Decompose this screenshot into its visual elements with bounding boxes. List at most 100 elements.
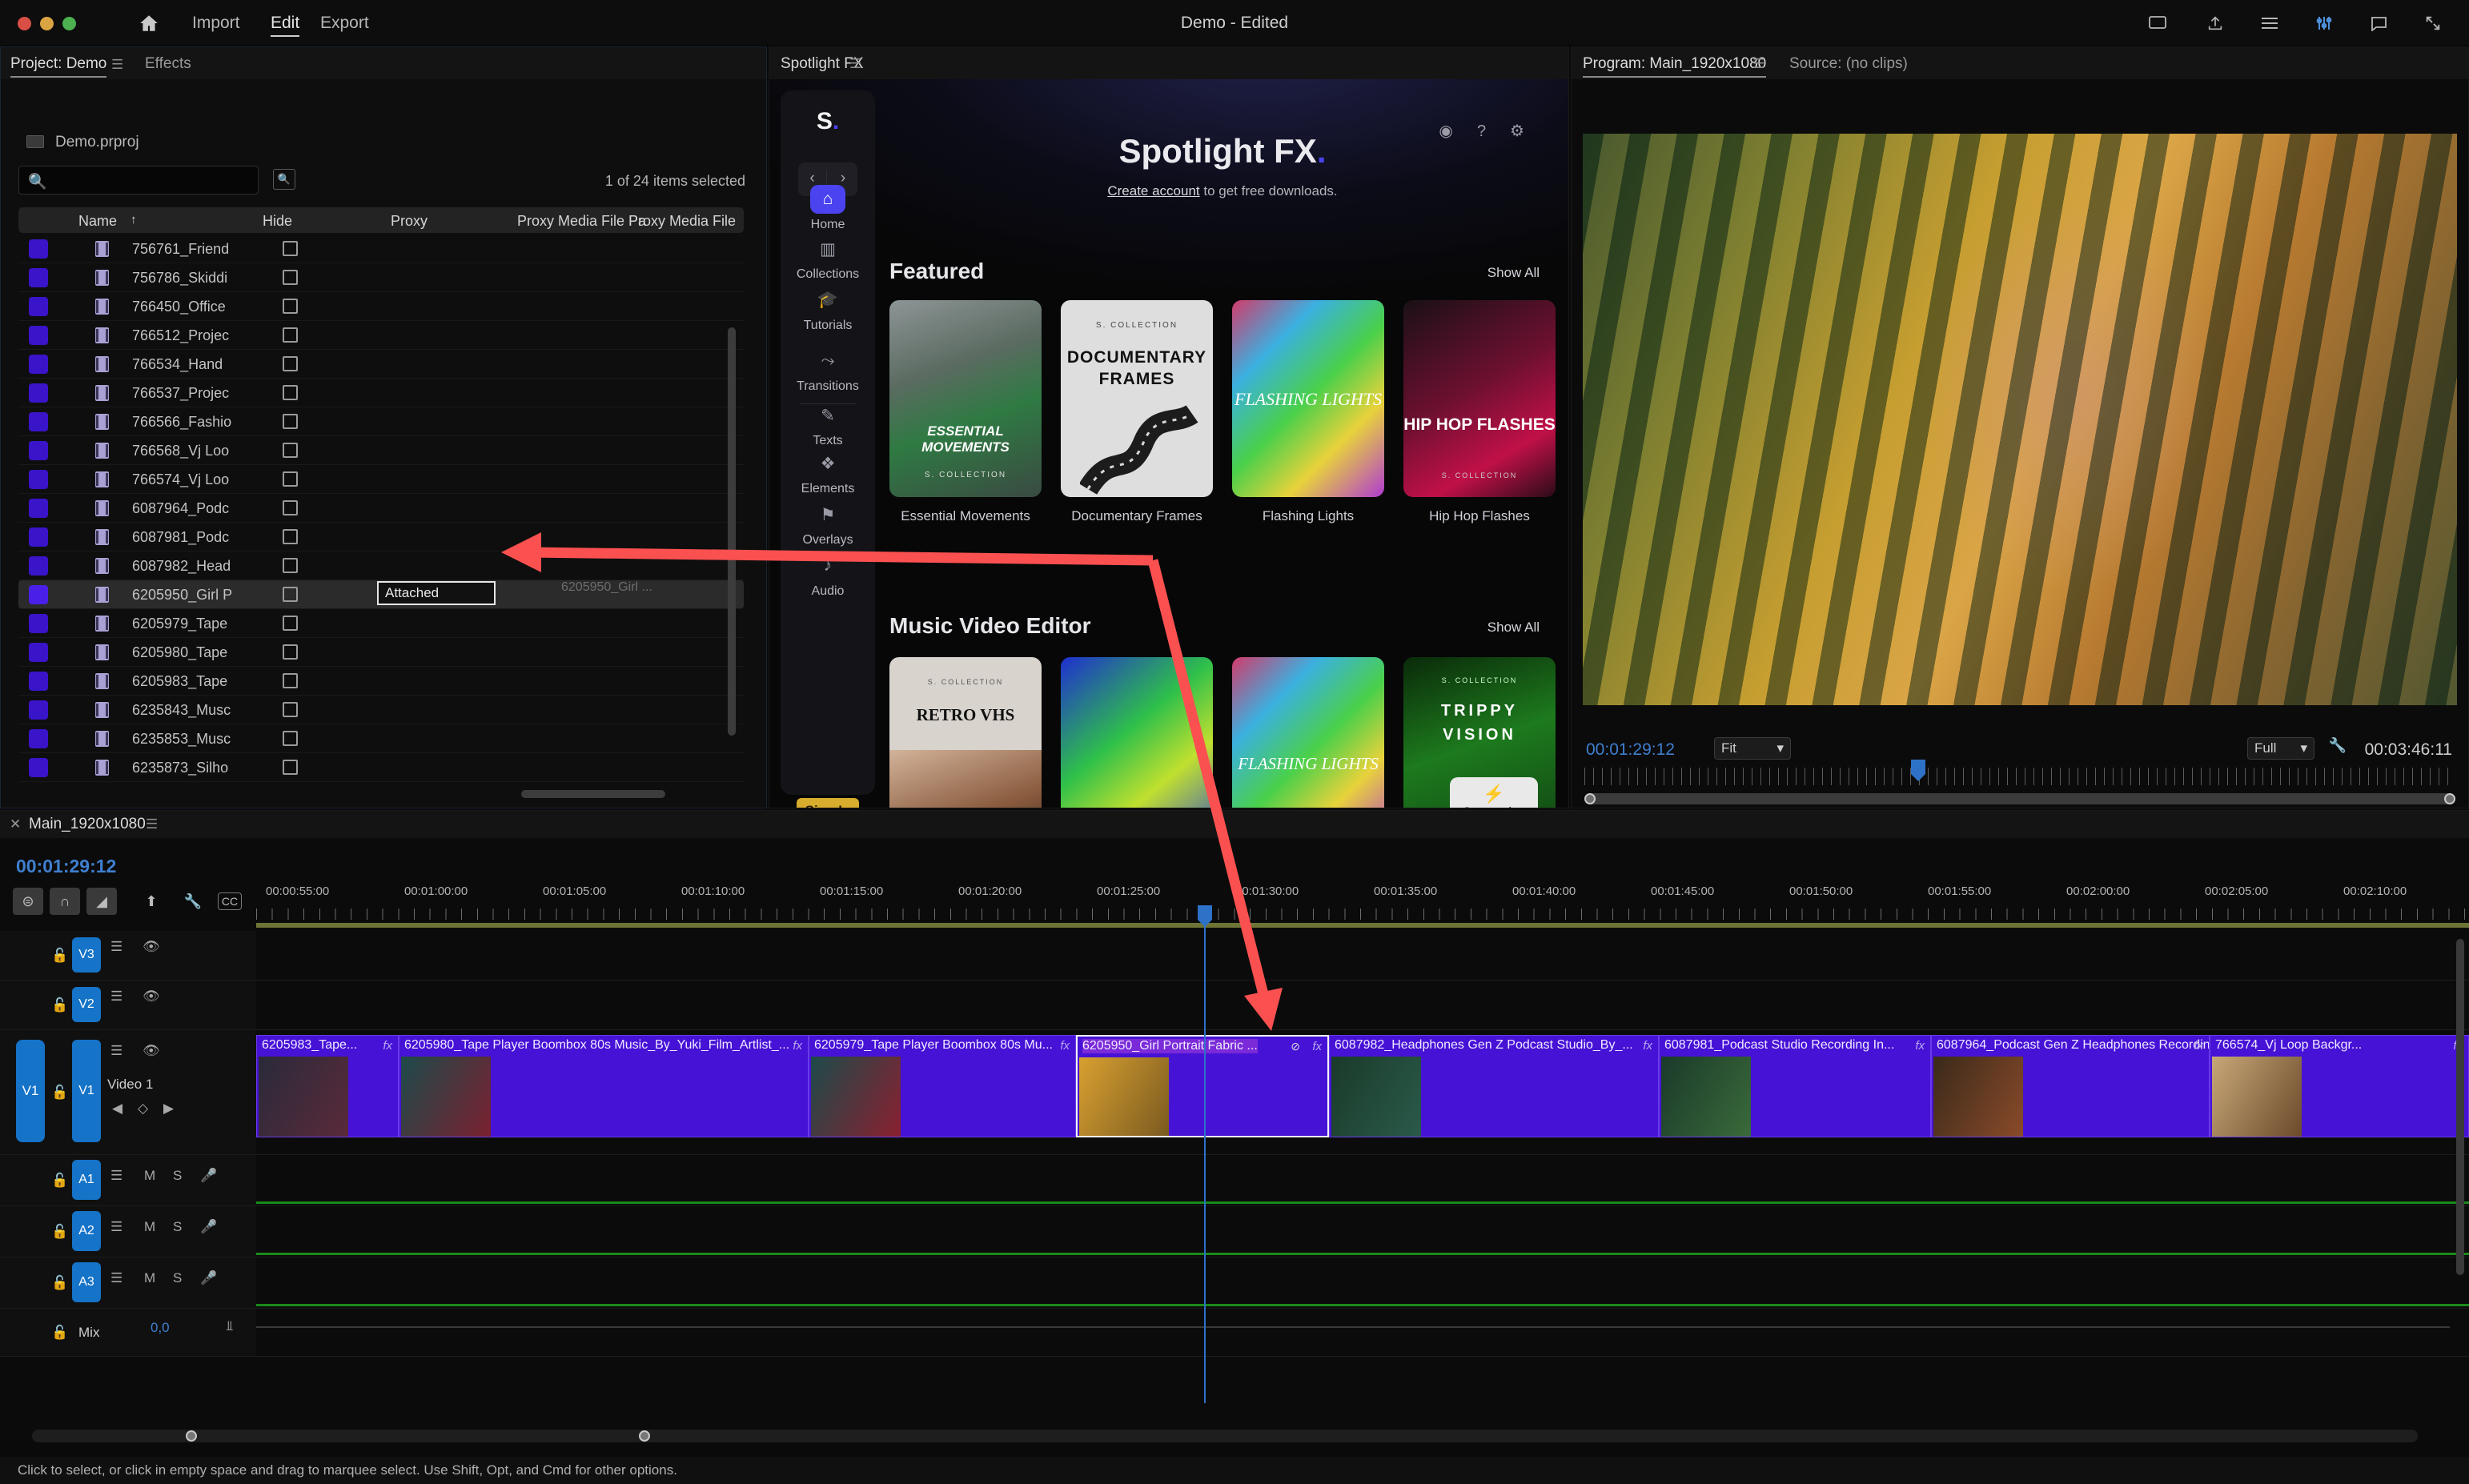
close-icon[interactable]: ✕ [10, 816, 21, 832]
wrench-icon[interactable]: 🔧 [2329, 737, 2347, 754]
music-video-card[interactable]: S. COLLECTION TRIPPY VISION ⚡ Customize [1403, 657, 1556, 808]
add-marker-icon[interactable]: ⬆ [136, 888, 167, 915]
table-row[interactable]: 766574_Vj Loo [18, 465, 744, 494]
target-icon[interactable]: ☰ [110, 1043, 122, 1059]
hide-checkbox[interactable] [283, 327, 298, 343]
mic-icon[interactable]: 🎤 [200, 1219, 217, 1235]
lock-icon[interactable]: 🔓 [51, 948, 68, 964]
solo-button[interactable]: S [173, 1219, 182, 1235]
program-playhead[interactable] [1911, 760, 1925, 781]
table-row[interactable]: 6087964_Podc [18, 494, 744, 523]
track-header[interactable]: 🔓 A3 ☰ M S 🎤 [0, 1257, 256, 1308]
timeline-clip[interactable]: 6087964_Podcast Gen Z Headphones Recordi… [1931, 1035, 2210, 1137]
hide-checkbox[interactable] [283, 616, 298, 631]
lock-icon[interactable]: 🔓 [51, 1173, 68, 1189]
sign-in-button[interactable]: Sign In [797, 798, 859, 808]
hide-checkbox[interactable] [283, 760, 298, 775]
sidebar-item-elements[interactable]: ❖ Elements [781, 449, 875, 496]
table-row[interactable]: 6235843_Musc [18, 696, 744, 724]
snap-icon[interactable]: ⊜ [13, 888, 43, 915]
featured-card[interactable]: S. COLLECTION DOCUMENTARY FRAMES Documen… [1061, 300, 1213, 524]
project-horizontal-scrollbar[interactable] [521, 790, 665, 798]
program-current-time[interactable]: 00:01:29:12 [1586, 740, 1675, 760]
project-item-list[interactable]: 756761_Friend 756786_Skiddi 766450_Office 7… [18, 235, 744, 788]
track-header[interactable]: 🔓 V2 ☰ 👁 [0, 981, 256, 1029]
target-icon[interactable]: ☰ [110, 1270, 122, 1286]
track-toggle-v3[interactable]: V3 [72, 937, 101, 973]
hide-checkbox[interactable] [283, 241, 298, 256]
mute-button[interactable]: M [144, 1270, 155, 1286]
track-header[interactable]: 🔓 A2 ☰ M S 🎤 [0, 1206, 256, 1257]
card-thumbnail[interactable]: S. COLLECTION RETRO VHS [889, 657, 1042, 808]
source-patch-v1[interactable]: V1 [16, 1040, 45, 1142]
table-row[interactable]: 766568_Vj Loo [18, 436, 744, 465]
timeline-vertical-scrollbar[interactable] [2456, 939, 2464, 1275]
program-zoom-scrollbar[interactable] [1584, 793, 2455, 804]
column-hide[interactable]: Hide [263, 213, 292, 230]
hide-checkbox[interactable] [283, 471, 298, 487]
share-icon[interactable] [2203, 11, 2227, 35]
mic-icon[interactable]: 🎤 [200, 1168, 217, 1184]
linked-selection-icon[interactable]: ∩ [50, 888, 80, 915]
add-keyframe-icon[interactable]: ◇ [138, 1101, 148, 1117]
target-icon[interactable]: ☰ [110, 989, 122, 1005]
tab-sequence[interactable]: Main_1920x1080 [29, 816, 146, 833]
timeline-horizontal-scrollbar[interactable] [32, 1430, 2418, 1442]
program-time-ruler[interactable] [1584, 768, 2455, 785]
timeline-clip[interactable]: 6205950_Girl Portrait Fabric ... ⊘ fx [1076, 1035, 1329, 1137]
screen-icon[interactable] [2146, 11, 2170, 35]
hide-checkbox[interactable] [283, 443, 298, 458]
eye-icon[interactable]: 👁 [143, 1043, 160, 1059]
timeline-clip[interactable]: 6087982_Headphones Gen Z Podcast Studio_… [1329, 1035, 1659, 1137]
solo-button[interactable]: S [173, 1168, 182, 1184]
table-row[interactable]: 766537_Projec [18, 379, 744, 407]
track-header[interactable]: 🔓 Mix 0,0 ⫫ [0, 1309, 256, 1356]
find-in-folder-icon[interactable]: 🔍 [273, 169, 295, 190]
wrench-icon[interactable]: 🔧 [178, 888, 208, 915]
card-thumbnail[interactable]: S. COLLECTION DOCUMENTARY FRAMES [1061, 300, 1213, 497]
table-row[interactable]: 766566_Fashio [18, 407, 744, 436]
table-row[interactable]: 6235873_Silho [18, 753, 744, 782]
sidebar-item-tutorials[interactable]: 🎓 Tutorials [781, 286, 875, 333]
music-video-card[interactable]: FLASHING LIGHTS [1232, 657, 1384, 808]
table-row[interactable]: 766450_Office [18, 292, 744, 321]
tab-source[interactable]: Source: (no clips) [1789, 55, 1908, 73]
hide-checkbox[interactable] [283, 702, 298, 717]
timeline-clip[interactable]: 6205980_Tape Player Boombox 80s Music_By… [399, 1035, 809, 1137]
lock-icon[interactable]: 🔓 [51, 1085, 68, 1101]
timeline-work-area-bar[interactable] [256, 923, 2469, 928]
sidebar-item-transitions[interactable]: ⤳ Transitions [781, 347, 875, 394]
sliders-icon[interactable] [2312, 11, 2336, 35]
table-row[interactable]: 6235853_Musc [18, 724, 744, 753]
target-icon[interactable]: ☰ [110, 1219, 122, 1235]
timeline-current-time[interactable]: 00:01:29:12 [16, 856, 116, 877]
card-thumbnail[interactable]: FLASHING LIGHTS [1232, 657, 1384, 808]
show-all-music-video[interactable]: Show All [1487, 620, 1540, 636]
hide-checkbox[interactable] [283, 356, 298, 371]
card-thumbnail[interactable]: FLASHING LIGHTS [1232, 300, 1384, 497]
target-icon[interactable]: ☰ [110, 939, 122, 955]
column-proxy-media-file-path[interactable]: Proxy Media File Pa [517, 213, 646, 230]
timeline-playhead[interactable] [1198, 905, 1212, 1403]
sidebar-item-audio[interactable]: ♪ Audio [781, 551, 875, 599]
hide-checkbox[interactable] [283, 529, 298, 544]
featured-card[interactable]: HIP HOP FLASHES S. COLLECTION Hip Hop Fl… [1403, 300, 1556, 524]
sidebar-item-home[interactable]: ⌂ Home [781, 185, 875, 232]
lock-icon[interactable]: 🔓 [51, 997, 68, 1013]
timeline-clip[interactable]: 6205983_Tape... fx [256, 1035, 399, 1137]
table-row[interactable]: 6205979_Tape [18, 609, 744, 638]
eye-icon[interactable]: 👁 [143, 939, 160, 955]
sidebar-item-overlays[interactable]: ⚑ Overlays [781, 500, 875, 547]
column-name[interactable]: Name [78, 213, 117, 230]
column-proxy-media-file[interactable]: Proxy Media File [628, 213, 736, 230]
lock-icon[interactable]: 🔓 [51, 1275, 68, 1291]
customize-button[interactable]: ⚡ Customize [1450, 777, 1538, 808]
track-header[interactable]: 🔓 A1 ☰ M S 🎤 [0, 1155, 256, 1205]
music-video-card[interactable]: S. COLLECTION RETRO VHS [889, 657, 1042, 808]
sidebar-item-collections[interactable]: ▥ Collections [781, 235, 875, 282]
create-account-link[interactable]: Create account [1107, 183, 1199, 199]
lock-icon[interactable]: 🔓 [51, 1325, 68, 1341]
track-header[interactable]: 🔓 V3 ☰ 👁 [0, 931, 256, 980]
mute-button[interactable]: M [144, 1219, 155, 1235]
table-row[interactable]: 6205983_Tape [18, 667, 744, 696]
